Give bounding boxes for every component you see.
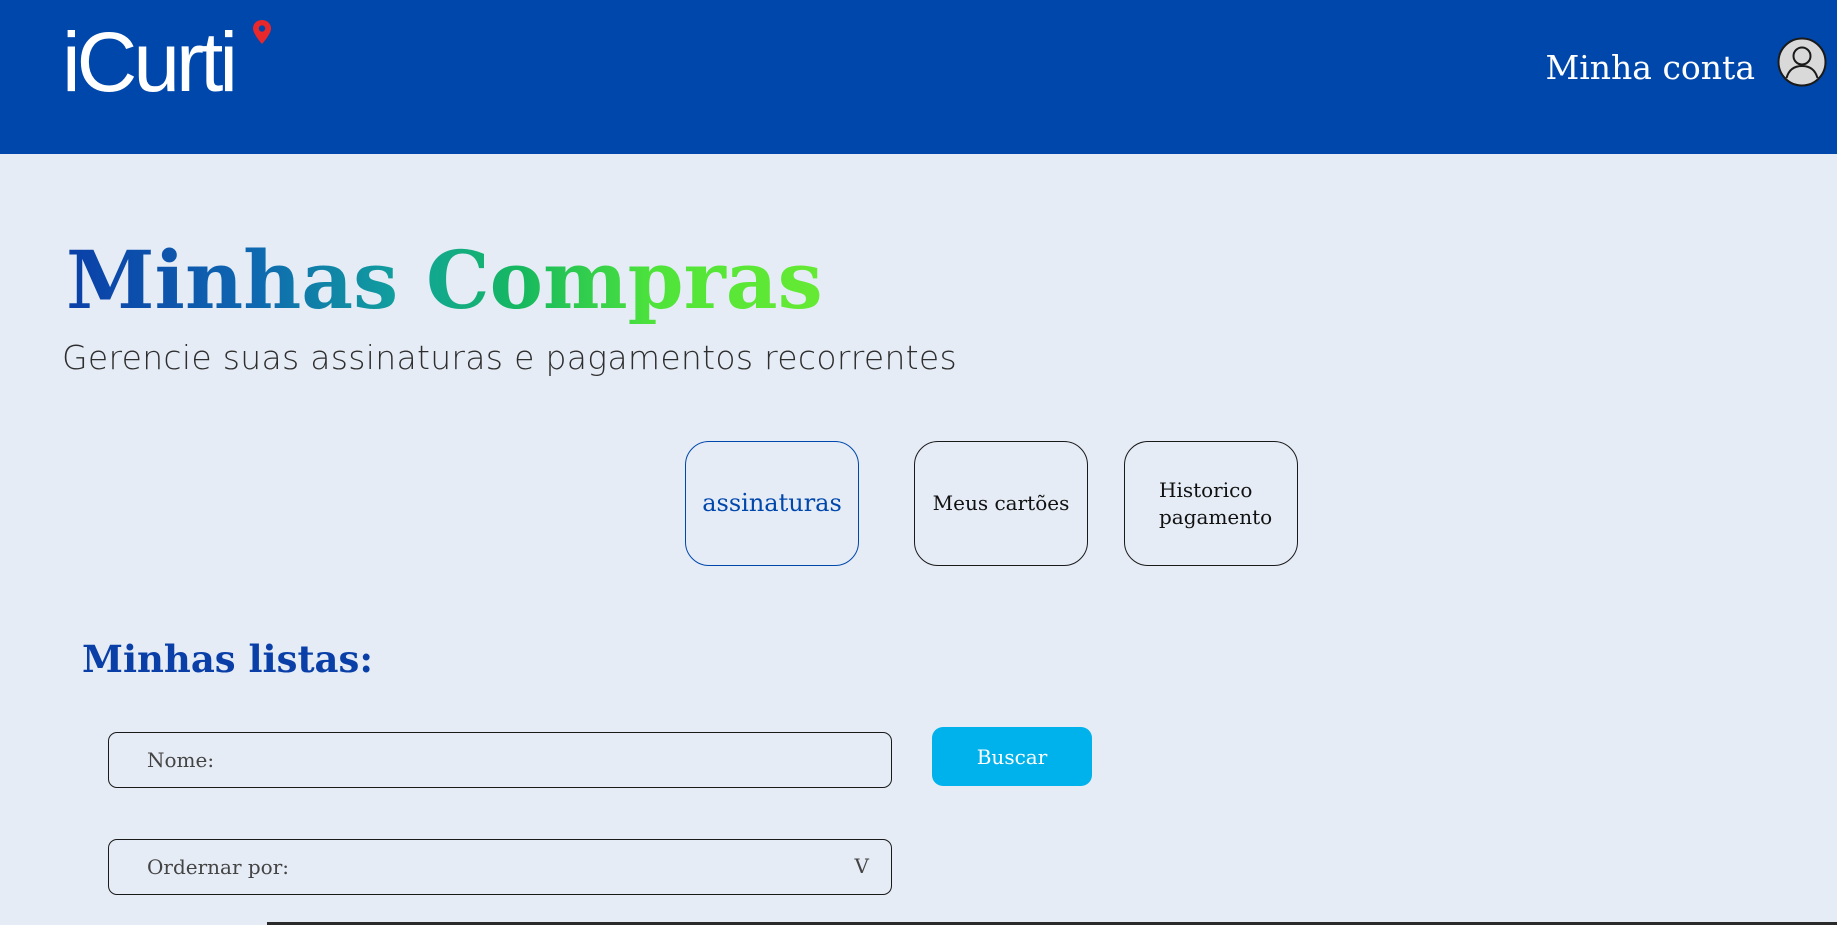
search-button[interactable]: Buscar xyxy=(932,727,1092,786)
tab-historico-pagamento[interactable]: Historico pagamento xyxy=(1124,441,1298,566)
tab-label: Meus cartões xyxy=(932,491,1070,515)
logo-text: iCurti xyxy=(62,15,238,109)
tab-label: assinaturas xyxy=(702,489,842,518)
section-heading: Minhas listas: xyxy=(82,637,373,681)
top-bar: iCurti Minha conta xyxy=(0,0,1837,154)
name-field-label: Nome: xyxy=(147,748,215,772)
location-pin-icon xyxy=(253,20,271,44)
sort-select-label: Ordernar por: xyxy=(147,855,290,879)
tab-label: Historico pagamento xyxy=(1159,477,1273,529)
search-button-label: Buscar xyxy=(976,744,1048,769)
my-account-link[interactable]: Minha conta xyxy=(1545,48,1755,87)
page-subtitle: Gerencie suas assinaturas e pagamentos r… xyxy=(62,338,957,377)
tab-meus-cartoes[interactable]: Meus cartões xyxy=(914,441,1088,566)
tab-assinaturas[interactable]: assinaturas xyxy=(685,441,859,566)
chevron-down-icon: V xyxy=(854,854,869,878)
name-search-input[interactable]: Nome: xyxy=(108,732,892,788)
user-circle-icon[interactable] xyxy=(1777,37,1827,87)
logo[interactable]: iCurti xyxy=(62,15,271,109)
sort-select[interactable]: Ordernar por: V xyxy=(108,839,892,895)
page-title: Minhas Compras xyxy=(66,233,823,327)
